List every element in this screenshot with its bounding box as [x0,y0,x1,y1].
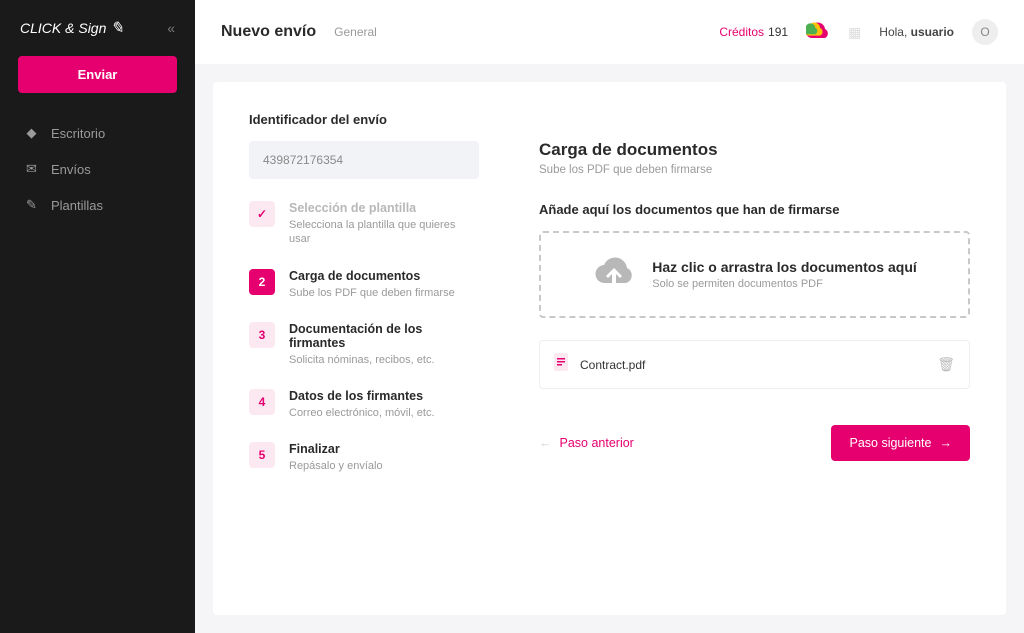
step-title: Documentación de los firmantes [289,322,479,350]
prev-button-label: Paso anterior [560,436,634,450]
cloud-upload-icon [592,253,636,296]
step-desc: Selecciona la plantilla que quieres usar [289,218,479,247]
add-documents-label: Añade aquí los documentos que han de fir… [539,202,970,217]
greeting-username: usuario [911,25,954,39]
sidebar-item-plantillas[interactable]: ✎ Plantillas [0,187,195,223]
step-marker: 4 [249,389,275,415]
sidebar-item-envios[interactable]: ✉ Envíos [0,151,195,187]
pdf-file-icon [554,353,570,376]
identifier-value: 439872176354 [249,141,479,179]
step-desc: Sube los PDF que deben firmarse [289,286,455,300]
arrow-left-icon: ← [539,436,552,450]
step-marker: 2 [249,269,275,295]
wizard-step-3[interactable]: 3 Documentación de los firmantes Solicit… [249,318,479,381]
templates-icon: ✎ [24,197,39,213]
step-desc: Repásalo y envíalo [289,459,383,473]
wizard-actions: ← Paso anterior Paso siguiente → [539,425,970,461]
send-button[interactable]: Enviar [18,56,177,93]
logo-row: CLICK & Sign ✎ « [0,18,195,56]
dropzone-title: Haz clic o arrastra los documentos aquí [652,259,917,275]
page-title: Nuevo envío [221,23,316,41]
step-title: Selección de plantilla [289,201,479,215]
wizard-step-1[interactable]: ✓ Selección de plantilla Selecciona la p… [249,197,479,261]
wizard-step-2[interactable]: 2 Carga de documentos Sube los PDF que d… [249,265,479,314]
arrow-right-icon: → [940,436,953,450]
step-marker-done-icon: ✓ [249,201,275,227]
sidebar-item-label: Escritorio [51,126,105,141]
panel-subheading: Sube los PDF que deben firmarse [539,164,970,176]
cloud-icon[interactable] [806,22,830,43]
wizard-step-5[interactable]: 5 Finalizar Repásalo y envíalo [249,438,479,487]
next-step-button[interactable]: Paso siguiente → [831,425,970,461]
brand-text: CLICK & Sign [20,20,106,36]
step-title: Carga de documentos [289,269,455,283]
page-subtitle: General [334,25,377,39]
dropzone-subtitle: Solo se permiten documentos PDF [652,278,917,290]
step-title: Finalizar [289,442,383,456]
wizard-step-4[interactable]: 4 Datos de los firmantes Correo electrón… [249,385,479,434]
step-title: Datos de los firmantes [289,389,435,403]
step-desc: Solicita nóminas, recibos, etc. [289,353,479,367]
credits-value: 191 [768,25,788,39]
step-marker: 3 [249,322,275,348]
document-panel: Carga de documentos Sube los PDF que deb… [539,112,970,585]
credits-label: Créditos191 [719,25,788,39]
inbox-icon: ✉ [24,161,39,177]
panel-heading: Carga de documentos [539,140,970,160]
sidebar-item-escritorio[interactable]: ◆ Escritorio [0,115,195,151]
uploaded-file-row: Contract.pdf 🗑 [539,340,970,389]
brand-logo: CLICK & Sign ✎ [20,18,124,38]
upload-dropzone[interactable]: Haz clic o arrastra los documentos aquí … [539,231,970,318]
wizard-steps: ✓ Selección de plantilla Selecciona la p… [249,197,479,488]
sidebar-item-label: Envíos [51,162,91,177]
topbar: Nuevo envío General Créditos191 ▦ Hola, … [195,0,1024,64]
step-desc: Correo electrónico, móvil, etc. [289,406,435,420]
content-panel: Identificador del envío 439872176354 ✓ S… [213,82,1006,615]
desktop-icon: ◆ [24,125,39,141]
rocket-icon: ✎ [110,18,123,38]
previous-step-button[interactable]: ← Paso anterior [539,436,634,450]
avatar[interactable]: O [972,19,998,45]
next-button-label: Paso siguiente [849,436,931,450]
file-name: Contract.pdf [580,358,927,372]
sidebar: CLICK & Sign ✎ « Enviar ◆ Escritorio ✉ E… [0,0,195,633]
collapse-sidebar-icon[interactable]: « [167,20,175,36]
delete-file-icon[interactable]: 🗑 [937,356,955,373]
identifier-label: Identificador del envío [249,112,479,127]
wizard-column: Identificador del envío 439872176354 ✓ S… [249,112,479,585]
greeting: Hola, usuario [879,25,954,39]
main: Nuevo envío General Créditos191 ▦ Hola, … [195,0,1024,633]
apps-grid-icon[interactable]: ▦ [848,24,861,41]
step-marker: 5 [249,442,275,468]
sidebar-item-label: Plantillas [51,198,103,213]
